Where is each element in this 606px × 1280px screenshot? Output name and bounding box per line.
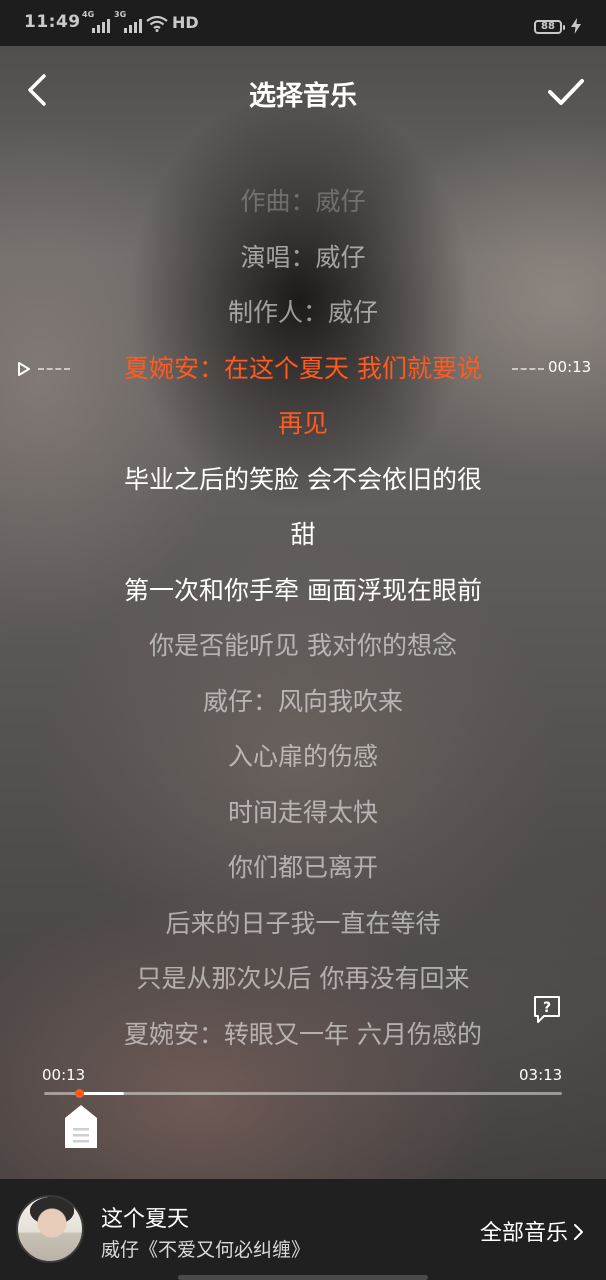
- header: 选择音乐: [0, 46, 606, 134]
- lyric-line[interactable]: 你是否能听见 我对你的想念: [0, 618, 606, 674]
- svg-text:?: ?: [543, 1000, 551, 1016]
- total-time: 03:13: [519, 1066, 563, 1084]
- status-time: 11:49: [24, 12, 81, 32]
- cell-signal-icon: [92, 17, 110, 33]
- lyric-line-active[interactable]: 再见: [0, 396, 606, 452]
- marker-line-right: [512, 368, 544, 370]
- lyric-line[interactable]: 后来的日子我一直在等待: [0, 896, 606, 952]
- drag-handle-icon[interactable]: [64, 1104, 98, 1150]
- current-time: 00:13: [42, 1066, 86, 1084]
- home-indicator: [178, 1275, 428, 1280]
- now-playing-bar: 这个夏天 威仔《不爱又何必纠缠》 全部音乐: [0, 1179, 606, 1280]
- checkmark-icon[interactable]: [546, 72, 586, 112]
- network-label: HD: [172, 13, 199, 32]
- progress-selection: [79, 1092, 124, 1095]
- lyric-line[interactable]: 只是从那次以后 你再没有回来: [0, 951, 606, 1007]
- lyric-line[interactable]: 时间走得太快: [0, 785, 606, 841]
- all-music-label: 全部音乐: [480, 1221, 569, 1246]
- lyrics-list[interactable]: 作曲：威仔 演唱：威仔 制作人：威仔 夏婉安：在这个夏天 我们就要说 再见 毕业…: [0, 174, 606, 1062]
- status-bar: 11:49 4G 3G HD 88: [0, 0, 606, 46]
- progress-track[interactable]: [44, 1089, 562, 1098]
- lyric-line[interactable]: 入心扉的伤感: [0, 729, 606, 785]
- marker-time: 00:13: [548, 358, 592, 376]
- song-title: 这个夏天: [101, 1207, 190, 1232]
- battery-icon: 88: [534, 20, 565, 34]
- lyric-line-selected[interactable]: 第一次和你手牵 画面浮现在眼前: [0, 563, 606, 619]
- lyric-line[interactable]: 威仔：风向我吹来: [0, 674, 606, 730]
- lyric-line[interactable]: 你们都已离开: [0, 840, 606, 896]
- play-icon[interactable]: [16, 360, 32, 378]
- lyric-line[interactable]: 作曲：威仔: [0, 174, 606, 230]
- album-avatar[interactable]: [16, 1195, 84, 1263]
- cell-signal-icon-2: [124, 17, 142, 33]
- charging-icon: [571, 18, 581, 34]
- page-title: 选择音乐: [249, 81, 357, 112]
- marker-line-left: [38, 368, 70, 370]
- progress-dot[interactable]: [74, 1089, 84, 1098]
- music-picker-screen: 11:49 4G 3G HD 88 选择音乐 作曲：威仔 演唱：威仔 制作人：威…: [0, 0, 606, 1280]
- lyric-line-selected[interactable]: 毕业之后的笑脸 会不会依旧的很: [0, 452, 606, 508]
- wifi-icon: [146, 16, 168, 32]
- song-artist: 威仔《不爱又何必纠缠》: [101, 1239, 311, 1261]
- lyric-line-selected[interactable]: 甜: [0, 507, 606, 563]
- lyric-line[interactable]: 制作人：威仔: [0, 285, 606, 341]
- lyric-line[interactable]: 夏婉安：转眼又一年 六月伤感的: [0, 1007, 606, 1063]
- lyrics-feedback-icon[interactable]: ?: [532, 994, 562, 1026]
- lyric-line[interactable]: 演唱：威仔: [0, 230, 606, 286]
- chevron-right-icon: [574, 1224, 584, 1240]
- all-music-button[interactable]: 全部音乐: [480, 1215, 584, 1247]
